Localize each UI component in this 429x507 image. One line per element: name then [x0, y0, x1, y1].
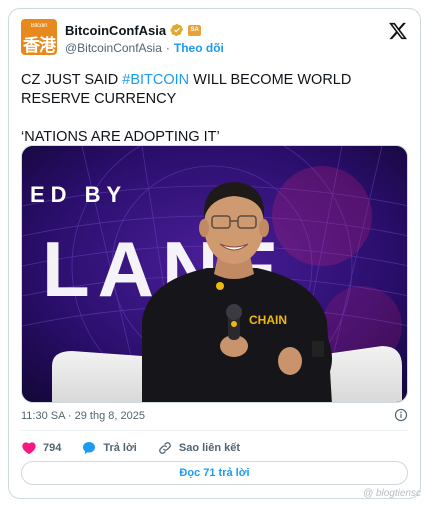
- separator: ·: [165, 41, 170, 55]
- action-bar: 794 Trả lời Sao liên kết: [21, 439, 260, 457]
- link-icon: [158, 442, 171, 454]
- divider: [21, 430, 408, 431]
- tweet-line-1-before: CZ JUST SAID: [21, 72, 123, 88]
- info-icon[interactable]: [394, 408, 408, 422]
- like-count: 794: [43, 442, 62, 454]
- avatar[interactable]: Bitcoin 香港: [21, 19, 57, 55]
- verified-icon: [170, 24, 184, 36]
- reply-label: Trả lời: [103, 442, 137, 454]
- handle[interactable]: @BitcoinConfAsia: [65, 41, 162, 55]
- tweet-timestamp[interactable]: 11:30 SA · 29 thg 8, 2025: [21, 410, 145, 422]
- tweet-media[interactable]: ED BY LANE CHAIN: [21, 145, 408, 403]
- tweet-line-1: CZ JUST SAID #BITCOIN WILL BECOME WORLD …: [21, 71, 411, 109]
- name-row: BitcoinConfAsia SA: [65, 22, 202, 38]
- read-replies-button[interactable]: Đọc 71 trả lời: [21, 461, 408, 485]
- reply-button[interactable]: Trả lời: [81, 440, 137, 456]
- avatar-text-big: 香港: [23, 36, 56, 55]
- affiliate-badge: SA: [188, 24, 202, 36]
- backdrop-text-top: ED BY: [30, 182, 127, 207]
- follow-button[interactable]: Theo dõi: [174, 41, 224, 55]
- heart-icon: [22, 442, 36, 455]
- copy-link-label: Sao liên kết: [178, 442, 240, 454]
- hashtag-link[interactable]: #BITCOIN: [122, 72, 189, 88]
- media-photo: ED BY LANE CHAIN: [22, 146, 407, 402]
- tweet-header: Bitcoin 香港 BitcoinConfAsia SA @BitcoinCo…: [21, 19, 408, 59]
- tweet-card[interactable]: Bitcoin 香港 BitcoinConfAsia SA @BitcoinCo…: [8, 8, 421, 499]
- handle-row: @BitcoinConfAsia · Theo dõi: [65, 41, 224, 55]
- avatar-text-small: Bitcoin: [30, 23, 48, 29]
- watermark: @ blogtiensc: [363, 488, 421, 499]
- copy-link-button[interactable]: Sao liên kết: [157, 440, 240, 456]
- reply-icon: [83, 442, 96, 454]
- like-button[interactable]: 794: [21, 440, 61, 456]
- x-logo-icon[interactable]: [388, 21, 408, 41]
- shirt-text: CHAIN: [249, 313, 287, 327]
- display-name[interactable]: BitcoinConfAsia: [65, 23, 166, 38]
